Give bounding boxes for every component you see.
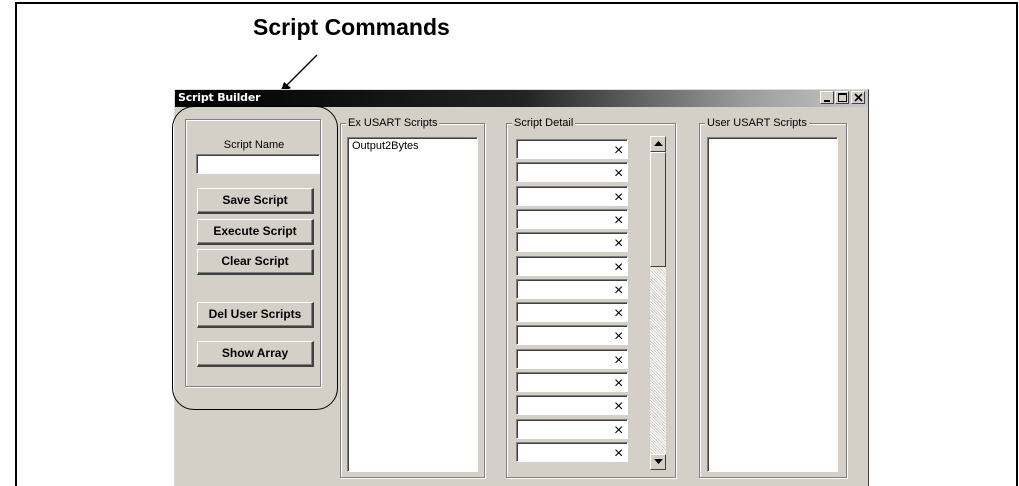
user-scripts-title: User USART Scripts (705, 117, 809, 129)
close-button[interactable] (851, 91, 865, 104)
execute-script-button[interactable]: Execute Script (197, 219, 314, 245)
clear-row-icon[interactable]: × (614, 259, 623, 277)
script-detail-row[interactable] (516, 372, 628, 392)
script-detail-row[interactable] (516, 208, 628, 229)
show-array-button[interactable]: Show Array (197, 341, 314, 367)
script-detail-row[interactable] (516, 418, 628, 439)
clear-row-icon[interactable]: × (614, 422, 623, 440)
ex-scripts-title: Ex USART Scripts (346, 117, 440, 129)
script-detail-row[interactable] (516, 325, 628, 346)
scroll-down-button[interactable] (650, 454, 666, 470)
clear-row-icon[interactable]: × (614, 305, 623, 323)
script-detail-row[interactable] (516, 255, 628, 276)
clear-row-icon[interactable]: × (614, 212, 623, 230)
user-scripts-list[interactable] (707, 137, 838, 472)
script-builder-window: Script Builder Script Name Save Script E… (174, 89, 869, 486)
clear-row-icon[interactable]: × (614, 375, 623, 393)
script-commands-panel: Script Name Save Script Execute Script C… (185, 119, 321, 387)
scroll-thumb[interactable] (650, 152, 666, 267)
window-title: Script Builder (178, 91, 261, 104)
script-name-input[interactable] (196, 154, 320, 174)
del-user-scripts-button[interactable]: Del User Scripts (197, 302, 314, 328)
clear-row-icon[interactable]: × (614, 328, 623, 346)
script-detail-row[interactable] (516, 232, 628, 253)
clear-row-icon[interactable]: × (614, 282, 623, 300)
close-icon (854, 93, 863, 102)
maximize-icon (838, 93, 847, 102)
ex-scripts-list[interactable]: Output2Bytes (347, 137, 478, 472)
script-detail-row[interactable] (516, 395, 628, 416)
title-bar[interactable]: Script Builder (175, 90, 868, 107)
script-detail-row[interactable] (516, 441, 628, 462)
clear-row-icon[interactable]: × (614, 142, 623, 160)
arrow-up-icon (654, 141, 663, 146)
clear-row-icon[interactable]: × (614, 189, 623, 207)
script-detail-scrollbar[interactable] (650, 136, 666, 470)
clear-row-icon[interactable]: × (614, 352, 623, 370)
clear-row-icon[interactable]: × (614, 165, 623, 183)
maximize-button[interactable] (835, 91, 849, 104)
list-item[interactable]: Output2Bytes (348, 138, 477, 154)
minimize-button[interactable] (820, 91, 834, 104)
annotation-title: Script Commands (253, 14, 450, 40)
script-detail-title: Script Detail (512, 117, 576, 129)
minimize-icon (824, 100, 830, 102)
script-detail-row[interactable] (516, 348, 628, 369)
save-script-button[interactable]: Save Script (197, 188, 314, 214)
script-name-label: Script Name (223, 139, 285, 151)
scroll-up-button[interactable] (650, 136, 666, 152)
clear-row-icon[interactable]: × (614, 398, 623, 416)
script-detail-row[interactable] (516, 162, 628, 183)
clear-script-button[interactable]: Clear Script (197, 249, 314, 275)
arrow-down-icon (654, 459, 663, 464)
script-detail-row[interactable] (516, 278, 628, 299)
script-detail-row[interactable] (516, 302, 628, 323)
clear-row-icon[interactable]: × (614, 235, 623, 253)
clear-row-icon[interactable]: × (614, 445, 623, 463)
script-detail-row[interactable] (516, 139, 628, 159)
script-detail-row[interactable] (516, 185, 628, 206)
